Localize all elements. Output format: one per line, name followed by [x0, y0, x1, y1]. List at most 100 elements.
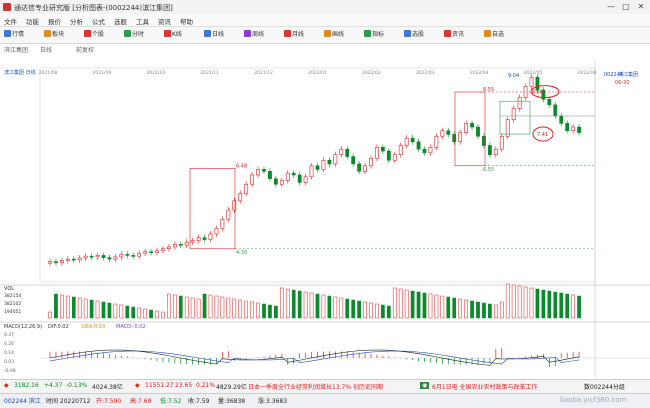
- candle-body: [511, 108, 516, 120]
- toolbar-button[interactable]: 选股: [404, 30, 424, 40]
- volume-bar: [303, 291, 308, 319]
- toolbar-icon: [84, 30, 91, 37]
- menu-item[interactable]: 报价: [48, 16, 61, 26]
- toolbar-icon: [364, 30, 371, 37]
- candle-body: [137, 252, 142, 257]
- index2-change: 23.65: [175, 382, 193, 389]
- minimize-button[interactable]: —: [604, 1, 618, 13]
- news-ticker[interactable]: 日本一季度全行业经常利润增长13.7% 创历史同期: [248, 382, 383, 391]
- menu-item[interactable]: 文件: [4, 16, 17, 26]
- menu-item[interactable]: 公式: [92, 16, 105, 26]
- volume-bar: [458, 298, 463, 319]
- volume-bar: [101, 301, 106, 319]
- toolbar-button[interactable]: 月线: [284, 30, 304, 40]
- candle-body: [351, 156, 356, 165]
- volume-bar: [398, 288, 403, 319]
- chart-area[interactable]: 2021/08 2021/09 2021/10 2021/11 2021/12 2022/…: [0, 60, 650, 378]
- menu-item[interactable]: 工具: [136, 16, 149, 26]
- candle-body: [559, 115, 564, 124]
- candle-body: [101, 255, 106, 258]
- window-title: 通达信专业研究版 [分析图表-(0002244)滨江集团]: [14, 4, 173, 12]
- price-level-label: 9.04: [508, 73, 519, 79]
- volume-bar: [202, 293, 207, 319]
- candle-body: [321, 159, 326, 170]
- stock-chart[interactable]: 2021/08 2021/09 2021/10 2021/11 2021/12 2022/…: [0, 60, 650, 378]
- volume-bar: [357, 300, 361, 319]
- volume-bar: [523, 286, 528, 319]
- volume-bar: [268, 304, 272, 319]
- candle-body: [214, 228, 219, 235]
- volume-bar: [482, 302, 486, 319]
- price-level-label: 6.48: [236, 163, 247, 169]
- date-tick-label: 2021/12: [254, 70, 273, 76]
- toolbar-button[interactable]: 画线: [324, 30, 344, 40]
- close-button[interactable]: ✕: [634, 1, 648, 13]
- volume-bar: [256, 302, 260, 319]
- volume-bar: [547, 290, 552, 319]
- index2-icon: ◆: [135, 382, 140, 389]
- menu-item[interactable]: 功能: [26, 16, 39, 26]
- candle-body: [470, 123, 474, 128]
- volume-bar: [321, 294, 326, 319]
- volume-bar: [232, 298, 237, 319]
- title-bar: 通达信专业研究版 [分析图表-(0002244)滨江集团] — □ ✕: [0, 0, 650, 15]
- toolbar-button[interactable]: 行情: [4, 30, 24, 40]
- volume-bar: [161, 311, 165, 319]
- status-code: 002244 滨江: [4, 398, 41, 405]
- candle-body: [375, 147, 379, 159]
- candle-body: [226, 209, 231, 220]
- menu-item[interactable]: 帮助: [180, 16, 193, 26]
- candle-body: [547, 99, 552, 106]
- menu-item[interactable]: 选股: [114, 16, 127, 26]
- date-tick-label: 2021/11: [200, 70, 219, 76]
- toolbar-button[interactable]: 个股: [84, 30, 104, 40]
- toolbar-button[interactable]: K线: [164, 30, 182, 40]
- toolbar-button[interactable]: 日线: [204, 30, 224, 40]
- volume-bar: [392, 287, 397, 319]
- candle-body: [327, 159, 332, 165]
- market-indicator-icon: ◆: [4, 382, 9, 389]
- toolbar-button[interactable]: 自选: [484, 30, 504, 40]
- news-ticker-2[interactable]: 6月1日电 全国农业农村政策与改革工作: [432, 382, 538, 391]
- candle-body: [458, 132, 463, 143]
- right-name-label: 滨江集团: [618, 71, 638, 78]
- chart-tab[interactable]: 日线: [40, 45, 52, 54]
- date-tick-label: 2022/06: [578, 70, 597, 76]
- volume-label: VOL: [4, 286, 14, 292]
- maximize-button[interactable]: □: [619, 1, 633, 13]
- candle-body: [48, 261, 52, 264]
- menu-item[interactable]: 分析: [70, 16, 83, 26]
- price-level-label: 7.41: [537, 132, 548, 138]
- macd-title: MACD(12,26,9): [4, 324, 42, 330]
- volume-bar: [470, 300, 474, 319]
- toolbar-icon: [204, 30, 211, 37]
- date-tick-label: 2022/02: [362, 70, 381, 76]
- volume-bar: [137, 307, 142, 319]
- candle-body: [422, 148, 427, 154]
- macd-value: MACD:-0.02: [116, 324, 146, 330]
- volume-bar: [404, 289, 409, 319]
- toolbar-button[interactable]: 周线: [244, 30, 264, 40]
- volume-bar: [422, 292, 427, 319]
- index1-pct: -0.13%: [66, 382, 88, 389]
- menu-item[interactable]: 资讯: [158, 16, 171, 26]
- toolbar-button[interactable]: 分时: [124, 30, 144, 40]
- macd-dea: DEA:0.03: [82, 324, 105, 330]
- right-date-label: 06-30: [615, 80, 630, 86]
- candle-body: [256, 169, 260, 176]
- toolbar-label: 分时: [132, 31, 145, 38]
- toolbar-button[interactable]: 资讯: [444, 30, 464, 40]
- volume-bar: [155, 310, 159, 319]
- candle-body: [333, 154, 338, 165]
- volume-bar: [476, 301, 480, 319]
- toolbar-button[interactable]: 板块: [44, 30, 64, 40]
- chart-tab[interactable]: 滨江集团: [4, 45, 28, 54]
- candle-body: [190, 240, 195, 243]
- candle-body: [220, 218, 225, 229]
- candle-body: [166, 246, 171, 250]
- toolbar-button[interactable]: 指标: [364, 30, 384, 40]
- pattern-box[interactable]: [454, 91, 486, 167]
- chart-tab[interactable]: 前复权: [76, 45, 94, 54]
- candle-body: [208, 233, 213, 240]
- volume-bar: [464, 299, 468, 319]
